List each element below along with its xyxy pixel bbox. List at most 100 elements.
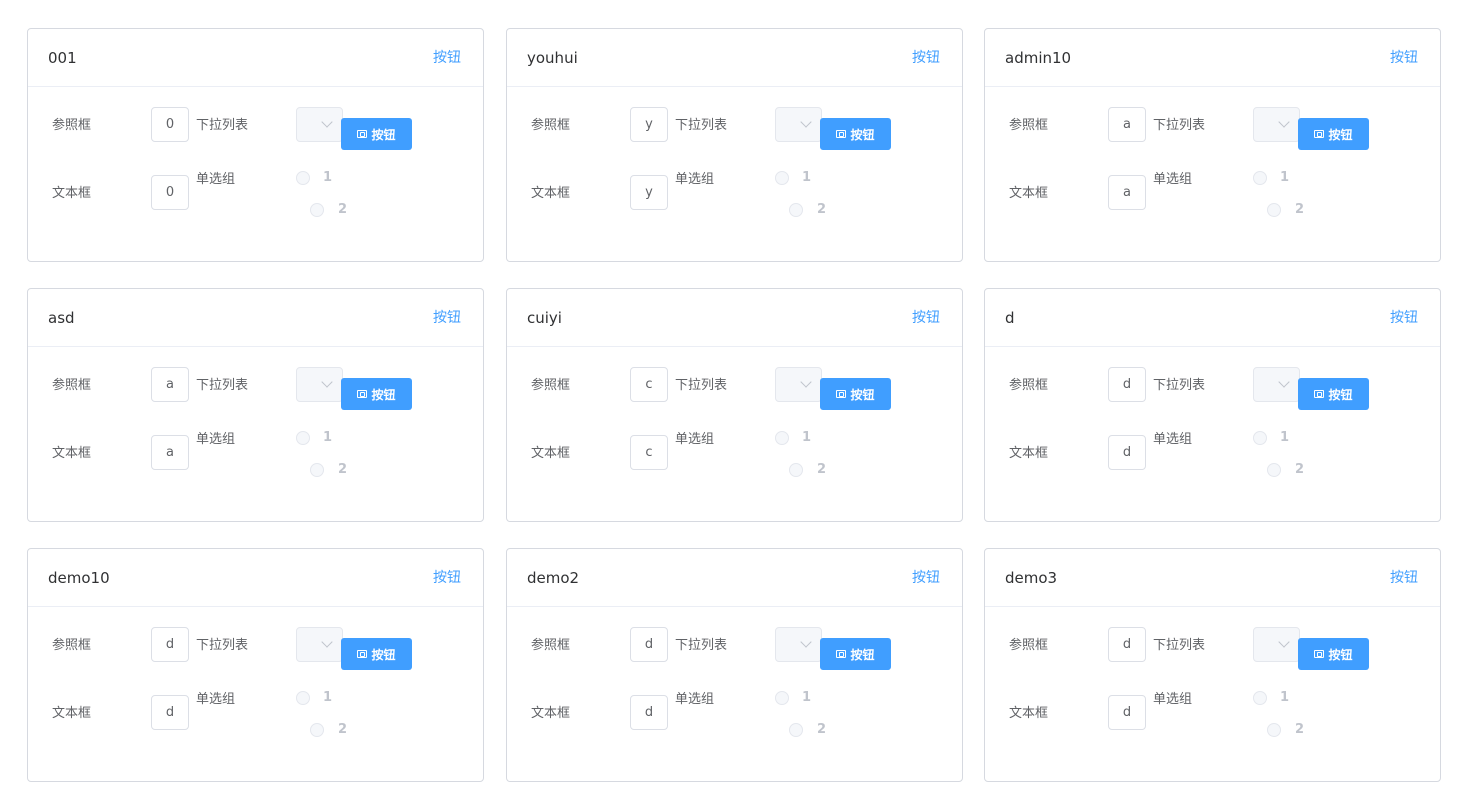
card-title: demo10 <box>48 569 110 587</box>
action-button[interactable]: 按钮 <box>341 378 412 410</box>
radio-button[interactable] <box>1253 431 1267 445</box>
radio-button[interactable] <box>1253 171 1267 185</box>
card-header-button[interactable]: 按钮 <box>1390 49 1418 67</box>
text-label: 文本框 <box>1009 706 1049 721</box>
card-header-button[interactable]: 按钮 <box>433 569 461 587</box>
radio-option-label: 1 <box>1280 430 1290 445</box>
radio-button[interactable] <box>1253 691 1267 705</box>
ref-input[interactable]: d <box>1108 367 1146 402</box>
card-header-button[interactable]: 按钮 <box>1390 309 1418 327</box>
radio-button[interactable] <box>775 171 789 185</box>
action-button-label: 按钮 <box>371 127 396 142</box>
chevron-down-icon <box>1278 636 1290 648</box>
card-header-button[interactable]: 按钮 <box>912 49 940 67</box>
text-input[interactable]: d <box>1108 435 1146 470</box>
radio-option-label: 1 <box>323 430 333 445</box>
ref-input[interactable]: d <box>151 627 189 662</box>
save-icon <box>357 130 368 138</box>
text-label: 文本框 <box>1009 446 1049 461</box>
radio-option-label: 1 <box>323 170 333 185</box>
select-label: 下拉列表 <box>675 638 728 653</box>
action-button[interactable]: 按钮 <box>1298 378 1369 410</box>
radio-option-label: 1 <box>802 430 812 445</box>
card-header-button[interactable]: 按钮 <box>1390 569 1418 587</box>
dropdown-select[interactable] <box>775 107 822 142</box>
action-button[interactable]: 按钮 <box>1298 638 1369 670</box>
text-input[interactable]: d <box>1108 695 1146 730</box>
card-header-button[interactable]: 按钮 <box>912 309 940 327</box>
radio-button[interactable] <box>310 203 324 217</box>
radio-option-label: 2 <box>338 462 348 477</box>
action-button[interactable]: 按钮 <box>1298 118 1369 150</box>
action-button[interactable]: 按钮 <box>820 378 891 410</box>
radio-button[interactable] <box>296 691 310 705</box>
card-title: asd <box>48 309 75 327</box>
radio-option-label: 2 <box>1295 202 1305 217</box>
text-input[interactable]: c <box>630 435 668 470</box>
radio-button[interactable] <box>296 171 310 185</box>
select-label: 下拉列表 <box>1153 638 1206 653</box>
radio-option-label: 2 <box>338 202 348 217</box>
text-input[interactable]: a <box>1108 175 1146 210</box>
dropdown-select[interactable] <box>775 627 822 662</box>
save-icon <box>357 650 368 658</box>
action-button[interactable]: 按钮 <box>820 118 891 150</box>
radio-button[interactable] <box>1267 203 1281 217</box>
card: asd 按钮 参照框 a 下拉列表 按钮 文本框 a 单选组 1 2 <box>27 288 484 522</box>
dropdown-select[interactable] <box>296 627 343 662</box>
card-title: demo2 <box>527 569 580 587</box>
radio-button[interactable] <box>1267 463 1281 477</box>
card-header-button[interactable]: 按钮 <box>912 569 940 587</box>
action-button[interactable]: 按钮 <box>341 118 412 150</box>
card-header: demo10 按钮 <box>28 549 483 607</box>
ref-input[interactable]: d <box>1108 627 1146 662</box>
save-icon <box>1314 650 1325 658</box>
radio-button[interactable] <box>789 203 803 217</box>
card-header-button[interactable]: 按钮 <box>433 49 461 67</box>
text-label: 文本框 <box>531 446 571 461</box>
select-label: 下拉列表 <box>675 378 728 393</box>
ref-input[interactable]: a <box>1108 107 1146 142</box>
radio-button[interactable] <box>310 463 324 477</box>
dropdown-select[interactable] <box>296 107 343 142</box>
ref-input[interactable]: c <box>630 367 668 402</box>
radio-option-label: 2 <box>338 722 348 737</box>
text-input[interactable]: d <box>630 695 668 730</box>
text-input[interactable]: y <box>630 175 668 210</box>
card: youhui 按钮 参照框 y 下拉列表 按钮 文本框 y 单选组 1 2 <box>506 28 963 262</box>
ref-input[interactable]: a <box>151 367 189 402</box>
dropdown-select[interactable] <box>775 367 822 402</box>
radio-option-label: 2 <box>817 462 827 477</box>
text-input[interactable]: d <box>151 695 189 730</box>
dropdown-select[interactable] <box>1253 627 1300 662</box>
radio-button[interactable] <box>789 723 803 737</box>
dropdown-select[interactable] <box>296 367 343 402</box>
text-input[interactable]: 0 <box>151 175 189 210</box>
radio-button[interactable] <box>775 431 789 445</box>
card: demo3 按钮 参照框 d 下拉列表 按钮 文本框 d 单选组 1 2 <box>984 548 1441 782</box>
card-header: asd 按钮 <box>28 289 483 347</box>
radio-button[interactable] <box>310 723 324 737</box>
action-button[interactable]: 按钮 <box>820 638 891 670</box>
ref-input[interactable]: 0 <box>151 107 189 142</box>
ref-input[interactable]: d <box>630 627 668 662</box>
radio-group-label: 单选组 <box>196 172 236 187</box>
card-title: youhui <box>527 49 578 67</box>
dropdown-select[interactable] <box>1253 107 1300 142</box>
select-label: 下拉列表 <box>1153 118 1206 133</box>
text-input[interactable]: a <box>151 435 189 470</box>
radio-button[interactable] <box>296 431 310 445</box>
card-title: demo3 <box>1005 569 1058 587</box>
ref-label: 参照框 <box>531 118 571 133</box>
radio-button[interactable] <box>1267 723 1281 737</box>
radio-button[interactable] <box>789 463 803 477</box>
card-header-button[interactable]: 按钮 <box>433 309 461 327</box>
ref-input[interactable]: y <box>630 107 668 142</box>
ref-label: 参照框 <box>1009 118 1049 133</box>
ref-label: 参照框 <box>531 638 571 653</box>
radio-group-label: 单选组 <box>196 692 236 707</box>
action-button[interactable]: 按钮 <box>341 638 412 670</box>
radio-button[interactable] <box>775 691 789 705</box>
dropdown-select[interactable] <box>1253 367 1300 402</box>
radio-option-label: 2 <box>817 722 827 737</box>
